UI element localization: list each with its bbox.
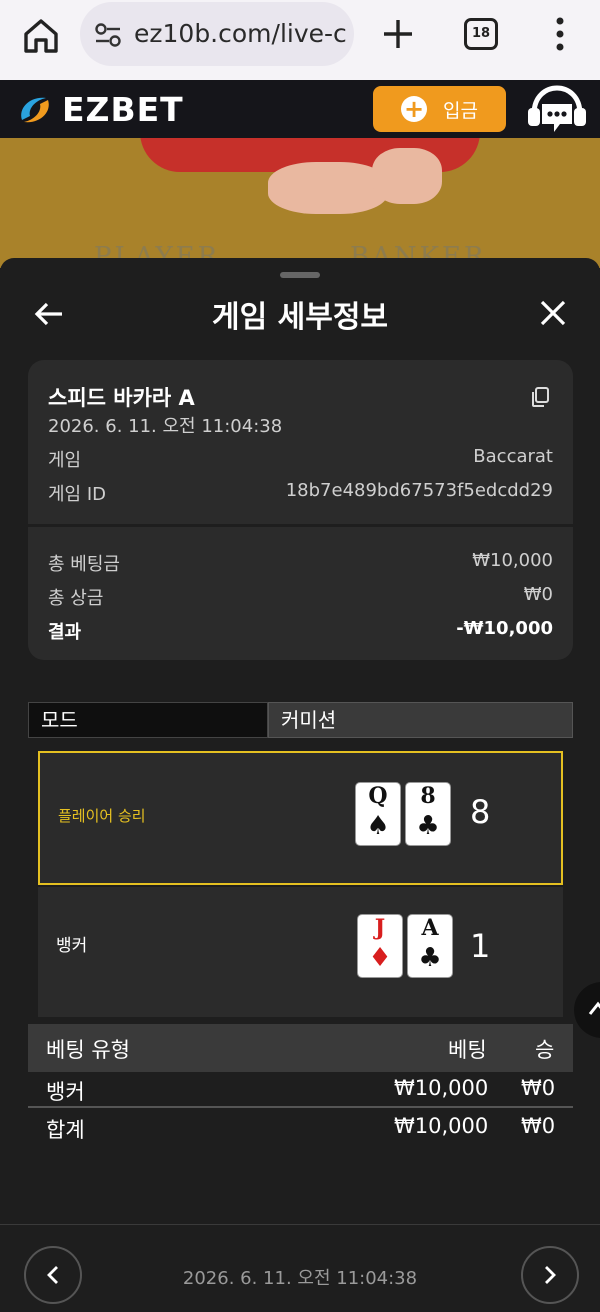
commission-tab[interactable]: 커미션 bbox=[268, 702, 573, 738]
game-datetime: 2026. 6. 11. 오전 11:04:38 bbox=[48, 416, 283, 437]
total-win-value: ₩0 bbox=[523, 584, 553, 605]
win-amount-cell: ₩0 bbox=[521, 1114, 556, 1138]
plus-circle-icon: + bbox=[401, 96, 427, 122]
mode-bar: 모드 커미션 bbox=[28, 702, 573, 738]
page-title: 게임 세부정보 bbox=[211, 300, 389, 335]
address-bar[interactable]: ez10b.com/live-c bbox=[80, 2, 354, 66]
url-text[interactable]: ez10b.com/live-c bbox=[134, 19, 348, 48]
total-bet-label: 총 베팅금 bbox=[48, 554, 120, 575]
next-game-button[interactable] bbox=[521, 1246, 579, 1304]
logo-mark-icon bbox=[21, 97, 49, 123]
game-summary-card: 스피드 바카라 A 2026. 6. 11. 오전 11:04:38 게임 Ba… bbox=[28, 360, 573, 660]
win-amount-cell: ₩0 bbox=[521, 1076, 556, 1100]
result-value: -₩10,000 bbox=[456, 618, 553, 639]
playing-card: A ♣ bbox=[408, 915, 452, 977]
playing-card: Q ♠ bbox=[356, 783, 400, 845]
deposit-label: 입금 bbox=[443, 100, 478, 122]
game-details-sheet: 게임 세부정보 스피드 바카라 A 2026. 6. 11. 오전 11:04:… bbox=[0, 258, 600, 1312]
table-row-total: 합계 ₩10,000 ₩0 bbox=[28, 1110, 573, 1146]
deposit-button[interactable]: + 입금 bbox=[373, 86, 506, 132]
bet-amount-cell: ₩10,000 bbox=[394, 1114, 489, 1138]
card-rank: J bbox=[374, 915, 386, 941]
dealer-hand bbox=[268, 162, 388, 214]
player-score: 8 bbox=[470, 793, 491, 831]
site-logo[interactable]: EZBET bbox=[14, 90, 214, 130]
club-suit-icon: ♣ bbox=[416, 811, 440, 841]
banker-hand-label: 뱅커 bbox=[56, 936, 88, 956]
copy-icon[interactable] bbox=[530, 386, 550, 408]
playing-card: 8 ♣ bbox=[406, 783, 450, 845]
total-win-label: 총 상금 bbox=[48, 588, 104, 609]
result-label: 결과 bbox=[48, 622, 82, 643]
dealer-hand bbox=[372, 148, 442, 204]
support-headset-icon[interactable] bbox=[524, 84, 590, 136]
column-header-win: 승 bbox=[535, 1038, 555, 1062]
table-row: 뱅커 ₩10,000 ₩0 bbox=[28, 1072, 573, 1108]
card-rank: Q bbox=[368, 783, 388, 809]
footer-divider bbox=[0, 1224, 600, 1225]
game-id-label: 게임 ID bbox=[48, 484, 107, 505]
player-hand-label: 플레이어 승리 bbox=[58, 807, 146, 825]
card-rank: 8 bbox=[420, 783, 436, 809]
chevron-right-icon bbox=[545, 1266, 556, 1284]
side-expand-button[interactable] bbox=[574, 982, 600, 1038]
table-divider bbox=[28, 1106, 573, 1108]
footer-datetime: 2026. 6. 11. 오전 11:04:38 bbox=[182, 1268, 418, 1289]
card-divider bbox=[28, 524, 573, 527]
site-settings-icon[interactable] bbox=[94, 22, 122, 48]
banker-score: 1 bbox=[470, 927, 491, 965]
site-header: EZBET + 입금 bbox=[0, 80, 600, 138]
club-suit-icon: ♣ bbox=[418, 943, 442, 973]
card-rank: A bbox=[421, 915, 439, 941]
new-tab-icon[interactable] bbox=[380, 16, 416, 52]
bet-type-cell: 합계 bbox=[46, 1118, 85, 1142]
game-label: 게임 bbox=[48, 450, 82, 471]
bet-amount-cell: ₩10,000 bbox=[394, 1076, 489, 1100]
playing-card: J ♦ bbox=[358, 915, 402, 977]
game-name: 스피드 바카라 A bbox=[48, 386, 195, 410]
browser-toolbar: ez10b.com/live-c 18 bbox=[0, 0, 600, 80]
logo-text: EZBET bbox=[62, 90, 184, 129]
game-value: Baccarat bbox=[473, 446, 553, 467]
sheet-handle[interactable] bbox=[280, 272, 320, 278]
live-video-preview: PLAYER BANKER bbox=[0, 138, 600, 268]
tab-switcher-button[interactable]: 18 bbox=[464, 18, 498, 50]
mode-tab[interactable]: 모드 bbox=[28, 702, 268, 738]
player-hand-box: 플레이어 승리 Q ♠ 8 ♣ 8 bbox=[38, 751, 563, 885]
column-header-bet-type: 베팅 유형 bbox=[46, 1038, 130, 1062]
total-bet-value: ₩10,000 bbox=[472, 550, 553, 571]
more-menu-icon[interactable] bbox=[552, 16, 568, 52]
close-icon[interactable] bbox=[540, 300, 566, 326]
bets-table-header: 베팅 유형 베팅 승 bbox=[28, 1024, 573, 1072]
banker-hand-box: 뱅커 J ♦ A ♣ 1 bbox=[38, 887, 563, 1017]
bet-type-cell: 뱅커 bbox=[46, 1080, 85, 1104]
chevron-up-icon bbox=[588, 1001, 600, 1015]
home-icon[interactable] bbox=[22, 18, 60, 54]
game-id-value: 18b7e489bd67573f5edcdd29 bbox=[285, 480, 553, 501]
column-header-bet: 베팅 bbox=[448, 1038, 487, 1062]
diamond-suit-icon: ♦ bbox=[368, 943, 392, 973]
spade-suit-icon: ♠ bbox=[366, 811, 390, 841]
